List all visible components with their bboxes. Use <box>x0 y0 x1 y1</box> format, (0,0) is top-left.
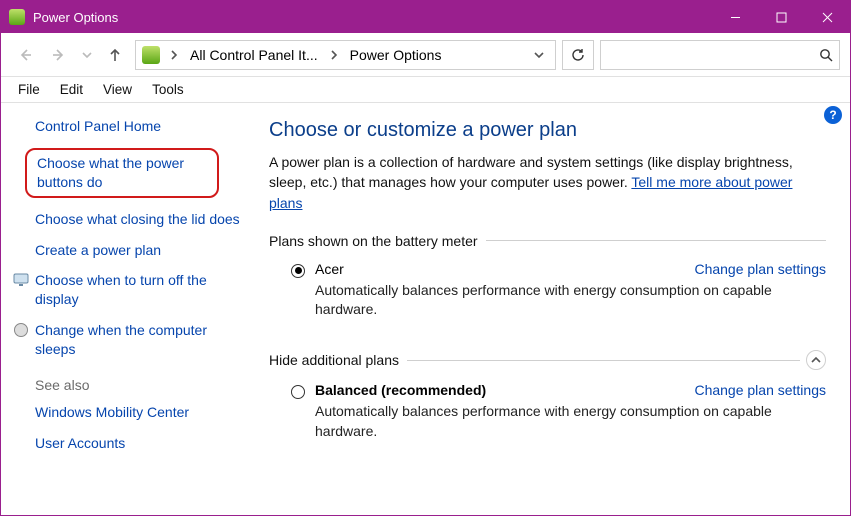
window-title: Power Options <box>33 10 118 25</box>
app-icon <box>9 9 25 25</box>
menu-edit[interactable]: Edit <box>51 80 92 99</box>
breadcrumb[interactable]: All Control Panel It... Power Options <box>135 40 556 70</box>
sidebar-link-closing-lid[interactable]: Choose what closing the lid does <box>35 210 247 229</box>
breadcrumb-dropdown[interactable] <box>527 50 551 60</box>
nav-forward-button[interactable] <box>45 41 73 69</box>
plan-name[interactable]: Acer <box>315 261 344 277</box>
plan-row: Acer Change plan settings Automatically … <box>269 255 826 324</box>
menu-bar: File Edit View Tools <box>1 77 850 103</box>
plan-description: Automatically balances performance with … <box>315 281 826 320</box>
main-panel: ? Choose or customize a power plan A pow… <box>261 103 850 515</box>
sidebar-link-power-buttons[interactable]: Choose what the power buttons do <box>25 148 219 198</box>
maximize-button[interactable] <box>758 1 804 33</box>
sidebar-link-label: Change when the computer sleeps <box>35 322 207 357</box>
plan-radio-acer[interactable] <box>291 264 305 278</box>
menu-file[interactable]: File <box>9 80 49 99</box>
sidebar-link-create-plan[interactable]: Create a power plan <box>35 241 247 260</box>
control-panel-icon <box>142 46 160 64</box>
chevron-right-icon[interactable] <box>326 41 342 69</box>
section-title[interactable]: Hide additional plans <box>269 352 407 368</box>
help-button[interactable]: ? <box>824 106 842 124</box>
sidebar-see-also-users[interactable]: User Accounts <box>35 434 247 453</box>
moon-icon <box>13 322 29 338</box>
page-intro: A power plan is a collection of hardware… <box>269 152 826 213</box>
nav-up-button[interactable] <box>101 41 129 69</box>
sidebar-link-label: Choose when to turn off the display <box>35 272 207 307</box>
nav-recent-dropdown[interactable] <box>79 41 95 69</box>
plan-description: Automatically balances performance with … <box>315 402 826 441</box>
monitor-icon <box>13 272 29 288</box>
content-body: Control Panel Home Choose what the power… <box>1 103 850 515</box>
close-button[interactable] <box>804 1 850 33</box>
search-icon[interactable] <box>813 48 833 62</box>
section-title: Plans shown on the battery meter <box>269 233 486 249</box>
search-box[interactable] <box>600 40 840 70</box>
plan-row: Balanced (recommended) Change plan setti… <box>269 376 826 445</box>
breadcrumb-segment[interactable]: Power Options <box>344 47 448 63</box>
sidebar: Control Panel Home Choose what the power… <box>1 103 261 515</box>
breadcrumb-segment[interactable]: All Control Panel It... <box>184 47 324 63</box>
nav-back-button[interactable] <box>11 41 39 69</box>
page-heading: Choose or customize a power plan <box>269 119 826 142</box>
menu-tools[interactable]: Tools <box>143 80 193 99</box>
sidebar-home-link[interactable]: Control Panel Home <box>35 117 247 136</box>
change-plan-settings-link[interactable]: Change plan settings <box>694 261 826 277</box>
titlebar: Power Options <box>1 1 850 33</box>
search-input[interactable] <box>607 41 813 69</box>
address-bar: All Control Panel It... Power Options <box>1 33 850 77</box>
collapse-section-button[interactable] <box>806 350 826 370</box>
refresh-button[interactable] <box>562 40 594 70</box>
plan-name[interactable]: Balanced (recommended) <box>315 382 486 398</box>
sidebar-link-turn-off-display[interactable]: Choose when to turn off the display <box>35 271 247 309</box>
see-also-heading: See also <box>35 377 247 393</box>
change-plan-settings-link[interactable]: Change plan settings <box>694 382 826 398</box>
plan-radio-balanced[interactable] <box>291 385 305 399</box>
chevron-right-icon[interactable] <box>166 41 182 69</box>
sidebar-link-computer-sleeps[interactable]: Change when the computer sleeps <box>35 321 247 359</box>
sidebar-see-also-mobility[interactable]: Windows Mobility Center <box>35 403 247 422</box>
additional-plans-section: Hide additional plans Balanced (recommen… <box>269 344 826 445</box>
plans-shown-section: Plans shown on the battery meter Acer Ch… <box>269 227 826 324</box>
menu-view[interactable]: View <box>94 80 141 99</box>
minimize-button[interactable] <box>712 1 758 33</box>
